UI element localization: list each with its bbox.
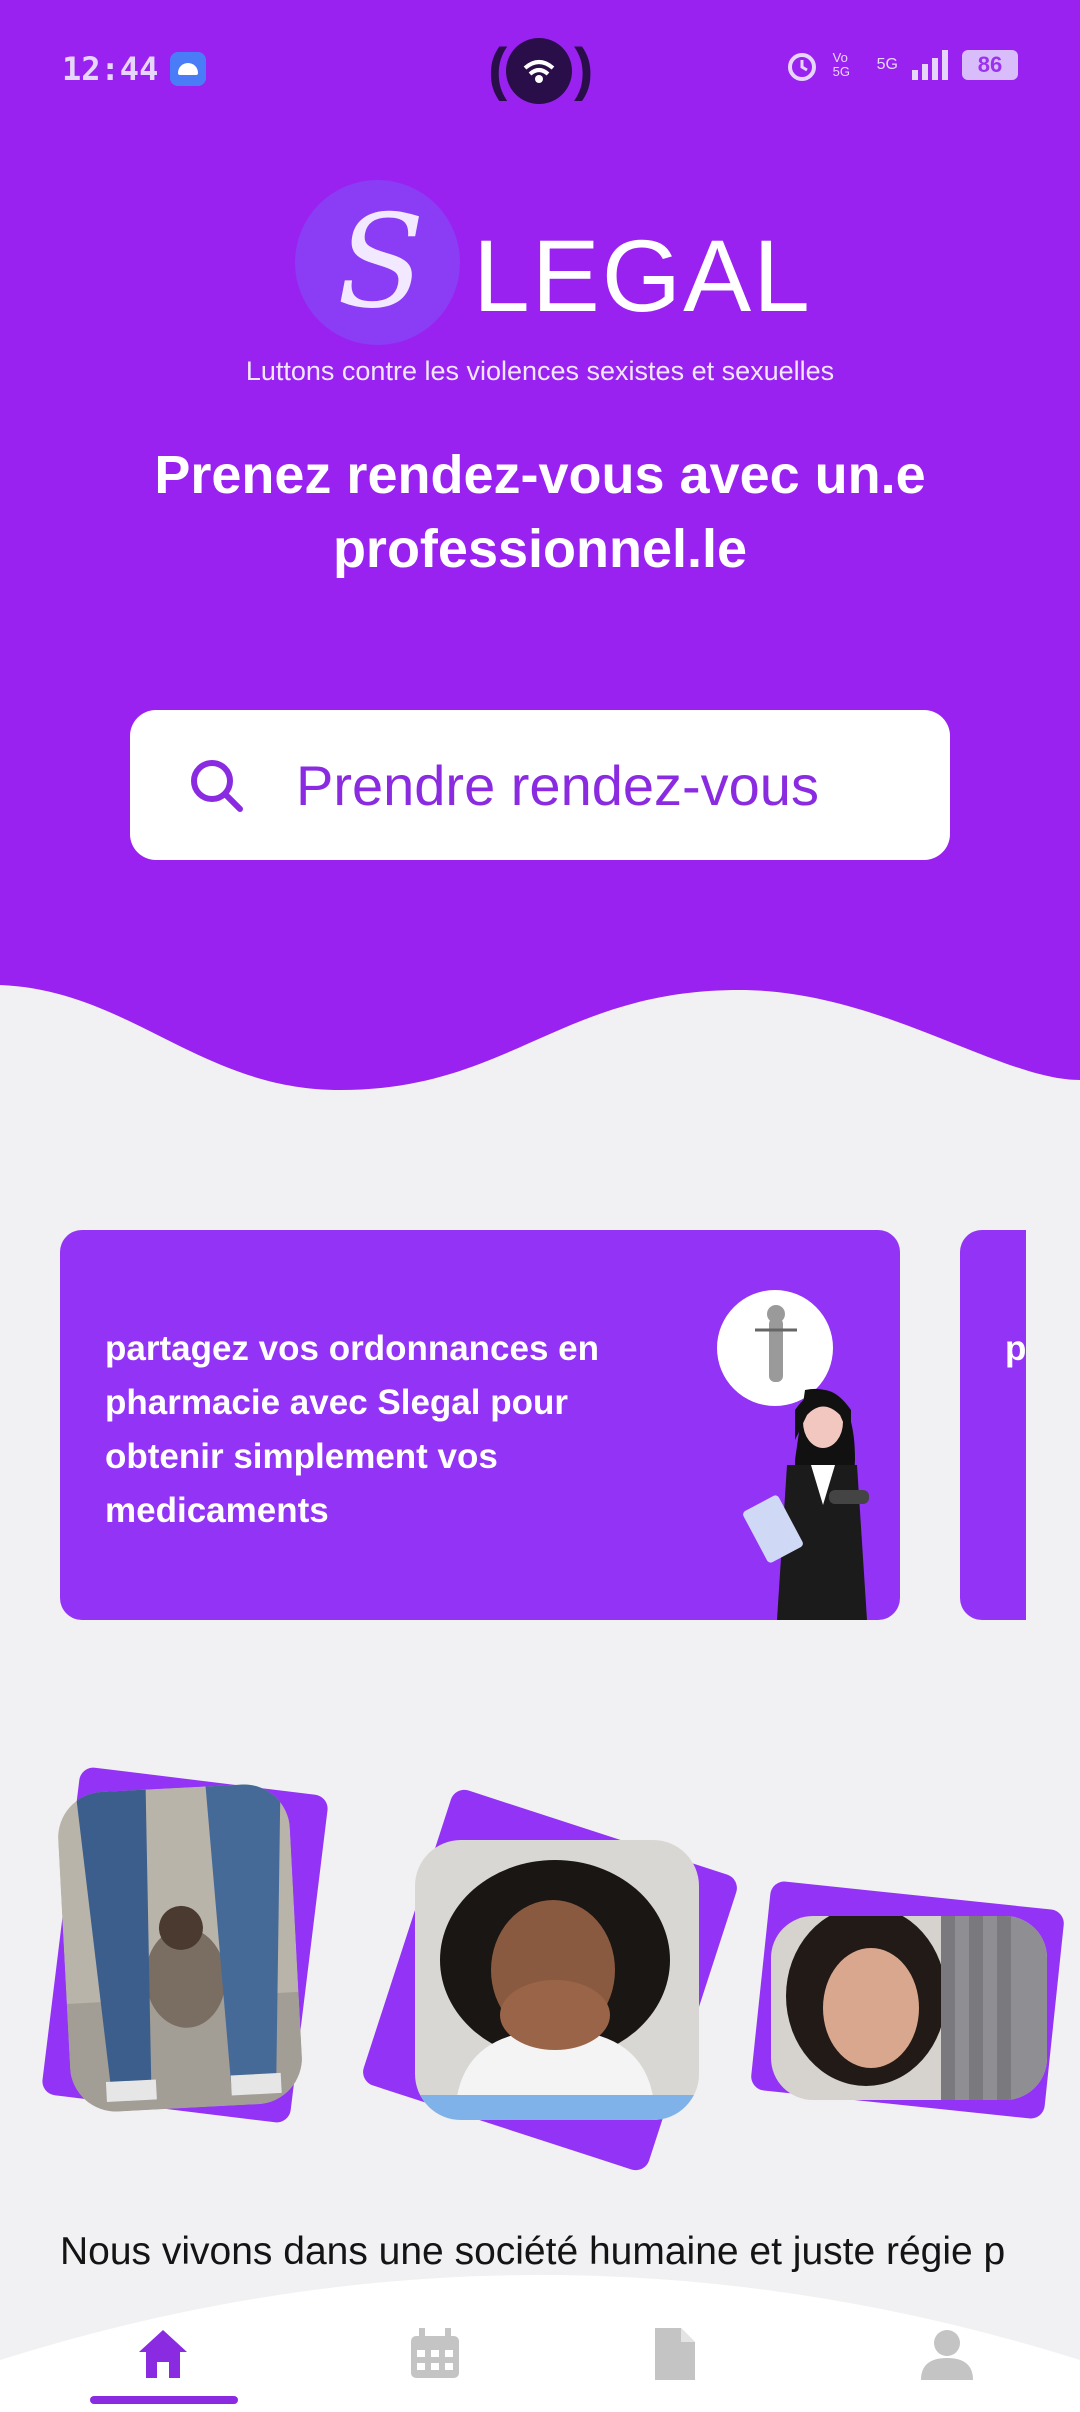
battery-icon: 86 xyxy=(962,50,1018,80)
hero-header: S LEGAL Luttons contre les violences sex… xyxy=(0,0,1080,1100)
carousel-card-text: partagez vos ordonnances en pharmacie av… xyxy=(105,1329,600,1530)
photo-3 xyxy=(749,1880,1066,2130)
bracket-right-icon: ) xyxy=(574,37,594,102)
network-label: 5G xyxy=(876,56,898,73)
bottom-navigation xyxy=(0,2250,1080,2412)
android-notification-icon xyxy=(170,52,206,86)
bracket-left-icon: ( xyxy=(488,37,508,102)
photo-2 xyxy=(359,1786,741,2174)
status-bar: 12:44 ( ) Vo 5G 5G 86 xyxy=(0,0,1080,140)
nav-active-indicator xyxy=(90,2396,238,2404)
calendar-icon xyxy=(411,2328,459,2378)
carousel-card-next[interactable]: p e p m xyxy=(960,1230,1026,1620)
alarm-icon xyxy=(787,53,816,81)
profile-icon xyxy=(921,2330,973,2380)
hotspot-icon xyxy=(506,38,572,104)
search-icon xyxy=(191,760,243,812)
document-icon xyxy=(655,2328,695,2380)
photo-standing-figure-image xyxy=(55,1782,305,2114)
photo-1 xyxy=(40,1765,340,2125)
photo-crying-woman-image xyxy=(415,1840,699,2120)
book-appointment-button[interactable]: Prendre rendez-vous xyxy=(130,710,950,860)
photo-sad-woman-image xyxy=(771,1916,1047,2100)
carousel-card-next-text: p e p m xyxy=(1005,1329,1026,1368)
signal-icon xyxy=(912,50,948,80)
home-icon xyxy=(139,2330,187,2378)
lawyer-illustration xyxy=(717,1290,869,1620)
nav-documents[interactable] xyxy=(600,2326,750,2412)
camera-cutout: ( ) xyxy=(488,36,594,104)
nav-profile[interactable] xyxy=(872,2326,1022,2412)
book-appointment-label: Prendre rendez-vous xyxy=(296,753,819,817)
page-title: Prenez rendez-vous avec un.e professionn… xyxy=(154,445,926,579)
logo-letter: S xyxy=(337,188,425,337)
volte-label: Vo 5G xyxy=(832,50,850,79)
carousel-card[interactable]: partagez vos ordonnances en pharmacie av… xyxy=(60,1230,900,1620)
nav-calendar[interactable] xyxy=(360,2326,510,2412)
tagline: Luttons contre les violences sexistes et… xyxy=(245,356,835,386)
status-icons: Vo 5G 5G 86 xyxy=(785,48,1018,82)
logo-word: LEGAL xyxy=(473,219,812,333)
status-time: 12:44 xyxy=(62,50,159,88)
